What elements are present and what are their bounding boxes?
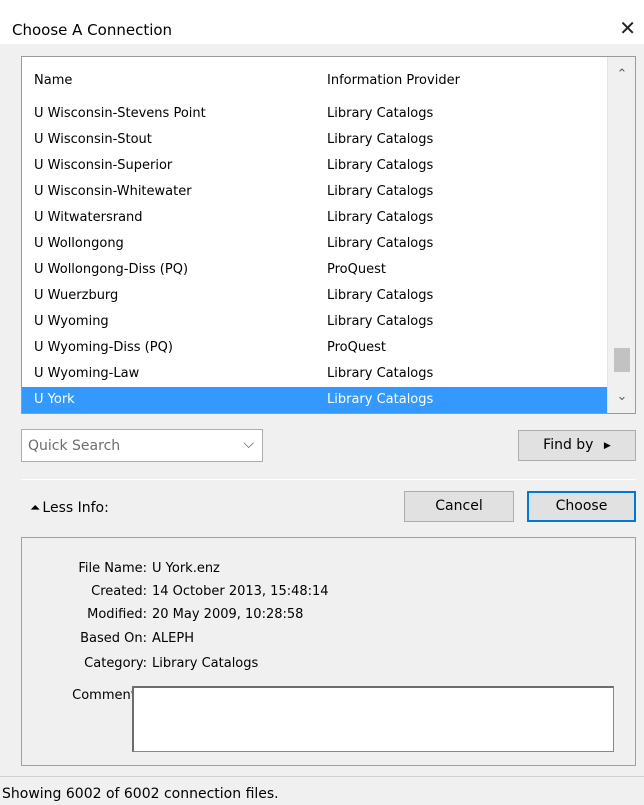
list-item[interactable]: U Witwatersrand Library Catalogs: [22, 205, 608, 231]
close-icon[interactable]: ✕: [619, 18, 636, 38]
based-on-label: Based On:: [80, 631, 147, 646]
info-row-file-name: File Name: U York.enz: [22, 561, 637, 579]
info-row-modified: Modified: 20 May 2009, 10:28:58: [22, 607, 637, 625]
find-by-label: Find by: [543, 437, 594, 453]
list-item[interactable]: U Wollongong-Diss (PQ) ProQuest: [22, 257, 608, 283]
info-row-created: Created: 14 October 2013, 15:48:14: [22, 584, 637, 602]
list-item-name: U York: [34, 392, 75, 407]
modified-value: 20 May 2009, 10:28:58: [152, 607, 304, 622]
list-item[interactable]: U Wyoming-Diss (PQ) ProQuest: [22, 335, 608, 361]
list-rows: U Wisconsin-Stevens Point Library Catalog…: [22, 101, 608, 414]
less-info-label: Less Info:: [42, 500, 109, 516]
list-item-name: U Wuerzburg: [34, 288, 119, 303]
list-item-provider: Library Catalogs: [327, 236, 434, 251]
list-item-name: U Wisconsin-Whitewater: [34, 184, 192, 199]
status-text: Showing 6002 of 6002 connection files.: [2, 786, 279, 802]
file-name-value: U York.enz: [152, 561, 220, 576]
chevron-down-icon[interactable]: ⌵: [243, 436, 254, 452]
created-label: Created:: [91, 584, 147, 599]
list-item-provider: Library Catalogs: [327, 158, 434, 173]
list-item-name: U Wisconsin-Superior: [34, 158, 173, 173]
modified-label: Modified:: [87, 607, 147, 622]
list-item-name: U Wisconsin-Stevens Point: [34, 106, 206, 121]
based-on-value: ALEPH: [152, 631, 194, 646]
list-item-name: U York (Test) Updated: [34, 413, 174, 414]
window-title: Choose A Connection: [12, 21, 173, 39]
list-item-name: U Witwatersrand: [34, 210, 143, 225]
file-name-label: File Name:: [78, 561, 147, 576]
category-label: Category:: [84, 656, 147, 671]
title-bar: Choose A Connection ✕: [0, 0, 644, 44]
list-item[interactable]: U Wisconsin-Stout Library Catalogs: [22, 127, 608, 153]
list-item-provider: Library Catalogs: [327, 413, 433, 414]
list-item[interactable]: U Wisconsin-Stevens Point Library Catalog…: [22, 101, 608, 127]
collapse-up-icon: ⏶: [30, 501, 41, 516]
list-item[interactable]: U York Library Catalogs: [22, 387, 608, 413]
list-item[interactable]: U Wyoming Library Catalogs: [22, 309, 608, 335]
list-header: Name Information Provider: [22, 57, 608, 99]
connection-info-panel: File Name: U York.enz Created: 14 Octobe…: [21, 537, 636, 766]
category-value: Library Catalogs: [152, 656, 259, 671]
less-info-toggle[interactable]: ⏶ Less Info:: [30, 500, 109, 516]
quick-search-input[interactable]: Quick Search: [28, 438, 120, 454]
list-item[interactable]: U York (Test) Updated Library Catalogs: [22, 413, 608, 414]
list-item[interactable]: U Wisconsin-Superior Library Catalogs: [22, 153, 608, 179]
list-item-name: U Wyoming-Law: [34, 366, 140, 381]
triangle-right-icon: ▶: [603, 441, 611, 451]
comments-field[interactable]: [132, 686, 614, 752]
list-item-name: U Wisconsin-Stout: [34, 132, 152, 147]
list-item-provider: Library Catalogs: [327, 366, 434, 381]
scroll-down-arrow-icon[interactable]: ⌄: [608, 385, 635, 409]
list-item-provider: ProQuest: [327, 340, 386, 355]
list-item-provider: Library Catalogs: [327, 288, 434, 303]
created-value: 14 October 2013, 15:48:14: [152, 584, 329, 599]
list-item-name: U Wyoming-Diss (PQ): [34, 340, 173, 355]
list-item-name: U Wollongong-Diss (PQ): [34, 262, 189, 277]
list-item[interactable]: U Wisconsin-Whitewater Library Catalogs: [22, 179, 608, 205]
list-item-provider: Library Catalogs: [327, 210, 434, 225]
cancel-button[interactable]: Cancel: [404, 491, 514, 522]
list-item-provider: Library Catalogs: [327, 314, 434, 329]
column-header-name[interactable]: Name: [34, 73, 72, 88]
list-item[interactable]: U Wollongong Library Catalogs: [22, 231, 608, 257]
list-item-provider: ProQuest: [327, 262, 386, 277]
scroll-thumb[interactable]: [614, 348, 630, 372]
info-row-based-on: Based On: ALEPH: [22, 631, 637, 649]
list-item[interactable]: U Wyoming-Law Library Catalogs: [22, 361, 608, 387]
column-header-provider[interactable]: Information Provider: [327, 73, 460, 88]
list-item-provider: Library Catalogs: [327, 132, 434, 147]
list-item[interactable]: U Wuerzburg Library Catalogs: [22, 283, 608, 309]
divider: [21, 479, 636, 480]
connection-list[interactable]: Name Information Provider U Wisconsin-St…: [21, 56, 636, 414]
vertical-scrollbar[interactable]: ⌃ ⌄: [607, 57, 635, 413]
list-item-provider: Library Catalogs: [327, 106, 434, 121]
status-bar: Showing 6002 of 6002 connection files.: [0, 776, 644, 805]
quick-search-combobox[interactable]: Quick Search ⌵: [21, 429, 263, 462]
choose-button[interactable]: Choose: [527, 491, 636, 522]
list-item-name: U Wollongong: [34, 236, 124, 251]
scroll-up-arrow-icon[interactable]: ⌃: [608, 63, 635, 87]
info-row-category: Category: Library Catalogs: [22, 656, 637, 674]
list-item-provider: Library Catalogs: [327, 392, 434, 407]
list-item-provider: Library Catalogs: [327, 184, 434, 199]
find-by-button[interactable]: Find by ▶: [518, 430, 636, 461]
list-item-name: U Wyoming: [34, 314, 109, 329]
